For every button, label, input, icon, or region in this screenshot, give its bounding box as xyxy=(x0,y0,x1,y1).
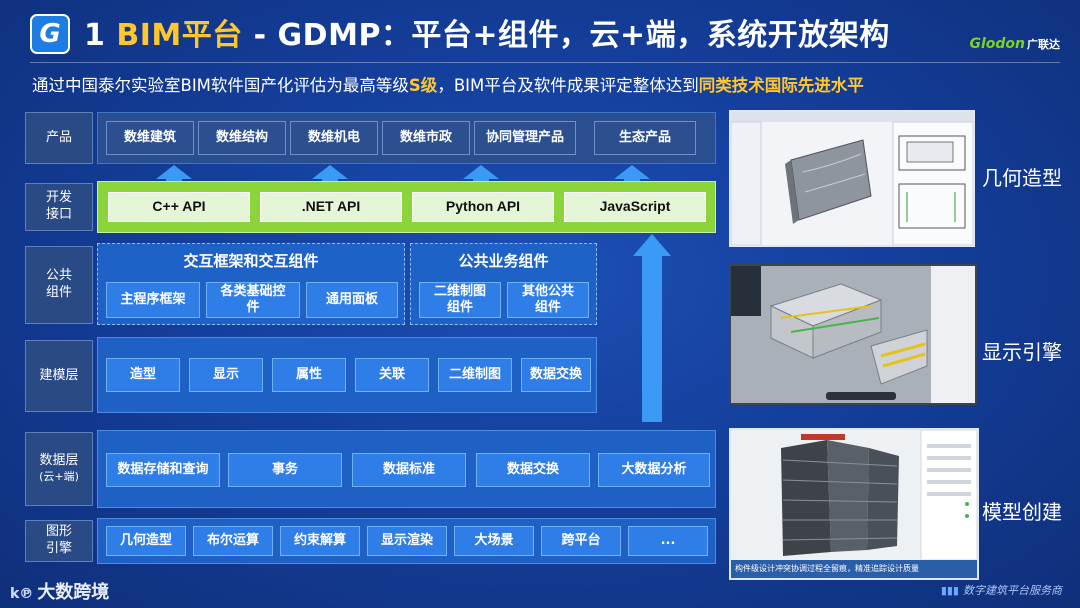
modeling-item[interactable]: 造型 xyxy=(106,358,180,392)
common-label-text: 公共 组件 xyxy=(45,268,72,300)
layer-label-graphics: 图形 引擎 xyxy=(25,520,93,562)
data-item[interactable]: 数据标准 xyxy=(352,453,466,487)
api-label-text: 开发 接口 xyxy=(45,190,72,222)
modeling-item[interactable]: 数据交换 xyxy=(521,358,591,392)
data-sublabel-text: (云+端) xyxy=(39,470,79,484)
graphics-item[interactable]: ... xyxy=(628,526,708,556)
footer-slogan: ▮▮▮ 数字建筑平台服务商 xyxy=(941,582,1062,598)
modeling-panel: 造型 显示 属性 关联 二维制图 数据交换 xyxy=(97,337,597,413)
geometry-modeling-screenshot xyxy=(729,110,975,247)
footer-left-text: 大数跨境 xyxy=(37,582,110,603)
group-title: 公共业务组件 xyxy=(458,252,549,270)
caption-model: 模型创建 xyxy=(982,500,1062,524)
screenshot-caption-bar: 构件级设计冲突协调过程全留痕，精准追踪设计质量 xyxy=(731,560,977,578)
graphics-item[interactable]: 布尔运算 xyxy=(193,526,273,556)
layer-label-data: 数据层 (云+端) xyxy=(25,432,93,506)
common-item[interactable]: 通用面板 xyxy=(306,282,398,318)
3d-building-illustration xyxy=(731,266,975,403)
title-rest: - GDMP：平台+组件，云+端，系统开放架构 xyxy=(242,18,890,53)
bar-chart-icon: ▮▮▮ xyxy=(940,584,959,597)
caption-geometry: 几何造型 xyxy=(982,166,1062,190)
graphics-item[interactable]: 跨平台 xyxy=(541,526,621,556)
modeling-item[interactable]: 关联 xyxy=(355,358,429,392)
cad-window-illustration xyxy=(731,112,973,245)
model-creation-screenshot: 构件级设计冲突协调过程全留痕，精准追踪设计质量 xyxy=(729,428,979,580)
subtitle-part1: 通过中国泰尔实验室BIM软件国产化评估为最高等级 xyxy=(32,76,409,95)
subtitle: 通过中国泰尔实验室BIM软件国产化评估为最高等级S级，BIM平台及软件成果评定整… xyxy=(32,72,864,96)
subtitle-highlight2: 同类技术国际先进水平 xyxy=(698,76,864,95)
api-item[interactable]: C++ API xyxy=(108,192,250,222)
data-item[interactable]: 事务 xyxy=(228,453,342,487)
brand-name: Glodon xyxy=(969,36,1025,52)
business-components-group: 公共业务组件 二维制图 组件 其他公共 组件 xyxy=(410,243,597,325)
footer-logo-icon: k℗ xyxy=(10,586,34,602)
glodon-g-logo: G xyxy=(30,14,70,54)
graphics-item[interactable]: 约束解算 xyxy=(280,526,360,556)
graphics-item[interactable]: 大场景 xyxy=(454,526,534,556)
api-item[interactable]: Python API xyxy=(412,192,554,222)
graphics-label-text: 图形 引擎 xyxy=(45,524,72,556)
footer-right-text: 数字建筑平台服务商 xyxy=(963,584,1062,597)
brand-logo: Glodon 广联达 xyxy=(969,36,1060,52)
data-panel: 数据存储和查询 事务 数据标准 数据交换 大数据分析 xyxy=(97,430,716,508)
api-item[interactable]: JavaScript xyxy=(564,192,706,222)
product-item[interactable]: 数维机电 xyxy=(290,121,378,155)
header-divider xyxy=(30,62,1060,63)
caption-display: 显示引擎 xyxy=(982,340,1062,364)
common-item[interactable]: 其他公共 组件 xyxy=(507,282,589,318)
interaction-framework-group: 交互框架和交互组件 主程序框架 各类基础控 件 通用面板 xyxy=(97,243,405,325)
subtitle-part2: ，BIM平台及软件成果评定整体达到 xyxy=(437,76,699,95)
group-title: 交互框架和交互组件 xyxy=(183,252,319,270)
layer-label-api: 开发 接口 xyxy=(25,183,93,231)
graphics-item[interactable]: 显示渲染 xyxy=(367,526,447,556)
common-item[interactable]: 各类基础控 件 xyxy=(206,282,300,318)
product-item[interactable]: 生态产品 xyxy=(594,121,696,155)
page-title: 1 BIM平台 - GDMP：平台+组件，云+端，系统开放架构 xyxy=(84,10,890,54)
display-engine-screenshot xyxy=(729,264,977,405)
data-item[interactable]: 数据交换 xyxy=(476,453,590,487)
common-item[interactable]: 二维制图 组件 xyxy=(419,282,501,318)
product-panel: 数维建筑 数维结构 数维机电 数维市政 协同管理产品 生态产品 xyxy=(97,112,716,164)
api-item[interactable]: .NET API xyxy=(260,192,402,222)
big-up-arrow-icon xyxy=(633,234,671,422)
tower-model-illustration xyxy=(731,430,977,561)
title-highlight: BIM平台 xyxy=(116,18,243,53)
graphics-item[interactable]: 几何造型 xyxy=(106,526,186,556)
graphics-panel: 几何造型 布尔运算 约束解算 显示渲染 大场景 跨平台 ... xyxy=(97,518,716,564)
product-item[interactable]: 数维结构 xyxy=(198,121,286,155)
common-item[interactable]: 主程序框架 xyxy=(106,282,200,318)
data-item[interactable]: 数据存储和查询 xyxy=(106,453,220,487)
layer-label-modeling: 建模层 xyxy=(25,340,93,412)
title-prefix: 1 xyxy=(84,18,117,53)
data-label-text: 数据层 xyxy=(39,453,79,469)
watermark-dashujiajing: k℗ 大数跨境 xyxy=(10,578,109,604)
brand-cn: 广联达 xyxy=(1027,38,1060,51)
data-item[interactable]: 大数据分析 xyxy=(598,453,710,487)
layer-label-common: 公共 组件 xyxy=(25,246,93,324)
subtitle-highlight1: S级 xyxy=(408,76,438,95)
modeling-item[interactable]: 二维制图 xyxy=(438,358,512,392)
modeling-item[interactable]: 属性 xyxy=(272,358,346,392)
layer-label-product: 产品 xyxy=(25,112,93,164)
product-item[interactable]: 数维建筑 xyxy=(106,121,194,155)
api-panel: C++ API .NET API Python API JavaScript xyxy=(97,181,716,233)
product-item[interactable]: 协同管理产品 xyxy=(474,121,576,155)
modeling-item[interactable]: 显示 xyxy=(189,358,263,392)
product-item[interactable]: 数维市政 xyxy=(382,121,470,155)
